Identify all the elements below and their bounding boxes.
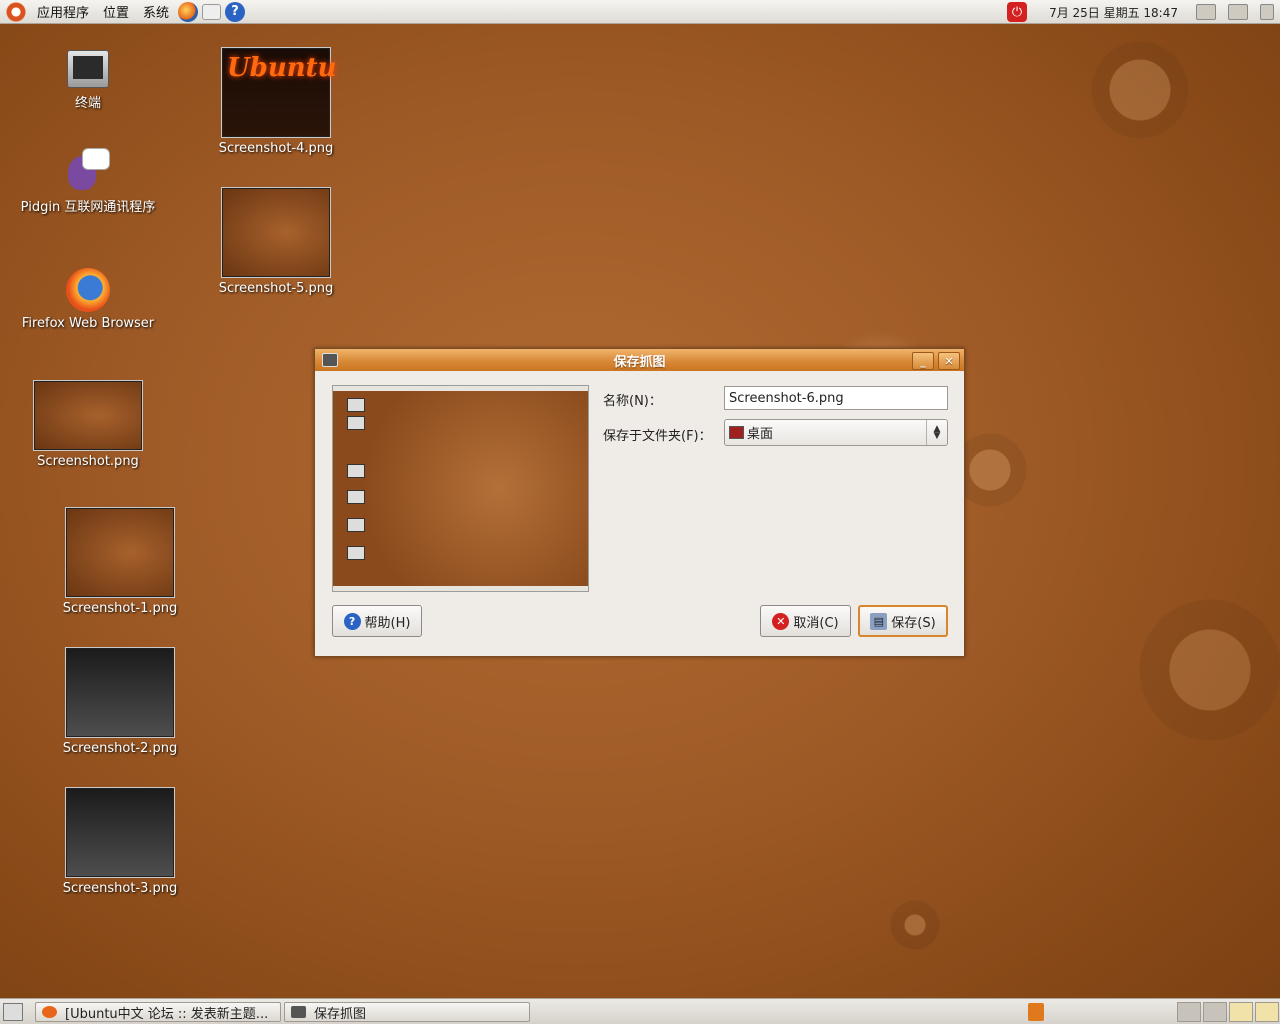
dialog-title: 保存抓图 (613, 354, 666, 370)
menu-places[interactable]: 位置 (96, 2, 136, 21)
folder-value: 桌面 (747, 427, 774, 442)
desktop-folder-icon (729, 426, 744, 439)
desktop-item-label: Screenshot.png (37, 454, 139, 469)
minimize-button[interactable]: _ (912, 352, 934, 370)
image-thumbnail (66, 648, 174, 737)
save-screenshot-dialog: 保存抓图 _ ✕ 名称(N)： 保存于文件夹(F)： 桌面 ▲▼ ? 帮助(H)… (314, 348, 965, 657)
camera-icon (322, 353, 338, 367)
desktop-item-label: Screenshot-2.png (62, 741, 178, 756)
desktop-item-screenshot-1[interactable]: Screenshot-1.png (50, 508, 190, 616)
pidgin-icon (66, 148, 110, 192)
desktop-item-pidgin[interactable]: Pidgin 互联网通讯程序 (8, 148, 168, 215)
desktop-item-label: Screenshot-3.png (62, 881, 178, 896)
firefox-icon[interactable] (178, 1, 199, 22)
desktop-item-screenshot-4[interactable]: Ubuntu Screenshot-4.png (206, 48, 346, 156)
network-icon[interactable] (1196, 4, 1216, 20)
cancel-button[interactable]: ✕ 取消(C) (760, 605, 851, 637)
menu-applications[interactable]: 应用程序 (30, 2, 96, 21)
show-desktop-icon[interactable] (3, 1003, 23, 1021)
taskbar-item-save-screenshot[interactable]: 保存抓图 (284, 1002, 530, 1022)
workspace-1[interactable] (1177, 1002, 1201, 1022)
help-button[interactable]: ? 帮助(H) (332, 605, 422, 637)
shutdown-icon[interactable]: ⏻ (1007, 2, 1028, 22)
cancel-button-label: 取消(C) (793, 615, 839, 631)
trash-icon[interactable] (1028, 1003, 1044, 1021)
folder-label: 保存于文件夹(F)： (603, 429, 712, 444)
taskbar-item-label: 保存抓图 (314, 1006, 367, 1022)
screenshot-preview (332, 385, 589, 592)
desktop-item-label: Firefox Web Browser (21, 316, 155, 331)
name-label: 名称(N)： (603, 394, 662, 409)
taskbar-item-label: [Ubuntu中文 论坛 :: 发表新主题... (65, 1006, 269, 1022)
cancel-icon: ✕ (772, 612, 790, 630)
terminal-icon (67, 50, 109, 88)
dialog-titlebar[interactable]: 保存抓图 _ ✕ (315, 349, 964, 371)
ubuntu-logo-icon[interactable] (6, 1, 26, 22)
desktop-item-label: Screenshot-1.png (62, 601, 178, 616)
filename-input[interactable] (724, 386, 948, 410)
workspace-3[interactable] (1229, 1002, 1253, 1022)
desktop-item-firefox[interactable]: Firefox Web Browser (8, 268, 168, 331)
floppy-icon: ▤ (870, 612, 888, 630)
image-thumbnail (222, 188, 330, 277)
desktop-item-label: Screenshot-5.png (218, 281, 334, 296)
desktop-item-label: Screenshot-4.png (218, 141, 334, 156)
firefox-icon (42, 1006, 57, 1018)
close-button[interactable]: ✕ (938, 352, 960, 370)
chevron-updown-icon: ▲ ▼ (926, 420, 947, 445)
save-button-label: 保存(S) (891, 615, 936, 631)
firefox-icon (66, 268, 110, 312)
panel-tray: ⏻ 7月 25日 星期五 18:47 (1007, 0, 1280, 24)
desktop-item-screenshot-2[interactable]: Screenshot-2.png (50, 648, 190, 756)
image-thumbnail (66, 788, 174, 877)
mail-icon[interactable] (202, 3, 222, 20)
menu-system[interactable]: 系统 (136, 2, 176, 21)
bottom-panel: [Ubuntu中文 论坛 :: 发表新主题... 保存抓图 (0, 998, 1280, 1024)
workspace-2[interactable] (1203, 1002, 1227, 1022)
camera-icon (291, 1006, 306, 1018)
clock[interactable]: 7月 25日 星期五 18:47 (1049, 4, 1178, 21)
image-thumbnail (66, 508, 174, 597)
thumbnail-text: Ubuntu (227, 53, 337, 83)
desktop-item-screenshot-5[interactable]: Screenshot-5.png (206, 188, 346, 296)
save-button[interactable]: ▤ 保存(S) (858, 605, 948, 637)
help-icon[interactable]: ? (225, 1, 246, 22)
desktop-item-screenshot[interactable]: Screenshot.png (18, 381, 158, 469)
desktop-item-label: 终端 (74, 96, 101, 111)
desktop-item-screenshot-3[interactable]: Screenshot-3.png (50, 788, 190, 896)
display-icon[interactable] (1228, 4, 1248, 20)
image-thumbnail: Ubuntu (222, 48, 337, 137)
folder-select[interactable]: 桌面 ▲ ▼ (724, 419, 948, 446)
help-button-label: 帮助(H) (364, 615, 411, 631)
image-thumbnail (34, 381, 142, 450)
workspace-4[interactable] (1255, 1002, 1279, 1022)
top-panel: 应用程序 位置 系统 ? ⏻ 7月 25日 星期五 18:47 (0, 0, 1280, 24)
volume-icon[interactable] (1260, 4, 1274, 20)
taskbar-item-firefox[interactable]: [Ubuntu中文 论坛 :: 发表新主题... (35, 1002, 281, 1022)
desktop-item-terminal[interactable]: 终端 (48, 50, 128, 111)
desktop-item-label: Pidgin 互联网通讯程序 (20, 200, 156, 215)
help-icon: ? (343, 612, 361, 630)
